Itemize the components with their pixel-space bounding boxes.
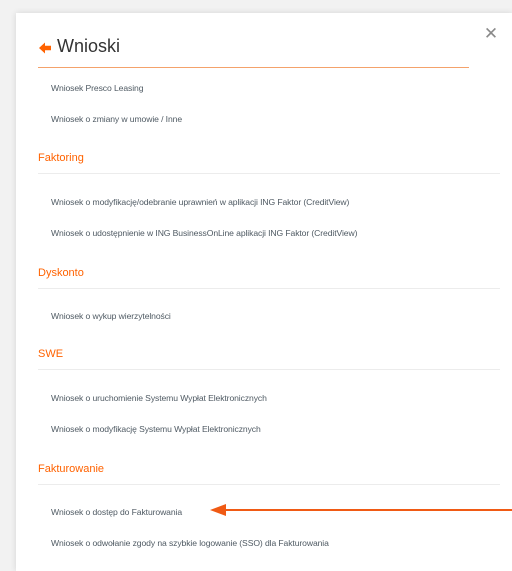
section-title: Fakturowanie [38,463,105,475]
section-fakturowanie: Fakturowanie [38,463,500,485]
back-arrow-icon[interactable] [38,41,52,55]
link-faktor-access[interactable]: Wniosek o udostępnienie w ING BusinessOn… [51,228,357,238]
pointer-arrow-icon [210,504,512,516]
link-swe-launch[interactable]: Wniosek o uruchomienie Systemu Wypłat El… [51,393,267,403]
section-faktoring: Faktoring [38,152,500,174]
requests-dialog [16,13,512,571]
link-presco-leasing[interactable]: Wniosek Presco Leasing [51,83,143,93]
link-invoicing-access[interactable]: Wniosek o dostęp do Fakturowania [51,507,182,517]
link-revoke-sso[interactable]: Wniosek o odwołanie zgody na szybkie log… [51,538,329,548]
dialog-header: Wnioski [38,36,469,68]
dialog-title: Wnioski [57,36,121,56]
section-swe: SWE [38,348,500,370]
link-faktor-permissions[interactable]: Wniosek o modyfikację/odebranie uprawnie… [51,197,349,207]
close-icon[interactable]: ✕ [483,25,499,42]
section-title: SWE [38,348,64,360]
section-title: Faktoring [38,152,84,164]
link-swe-modify[interactable]: Wniosek o modyfikację Systemu Wypłat Ele… [51,424,261,434]
link-receivables-purchase[interactable]: Wniosek o wykup wierzytelności [51,311,171,321]
link-contract-changes[interactable]: Wniosek o zmiany w umowie / Inne [51,114,182,124]
section-dyskonto: Dyskonto [38,267,500,289]
section-title: Dyskonto [38,267,84,279]
